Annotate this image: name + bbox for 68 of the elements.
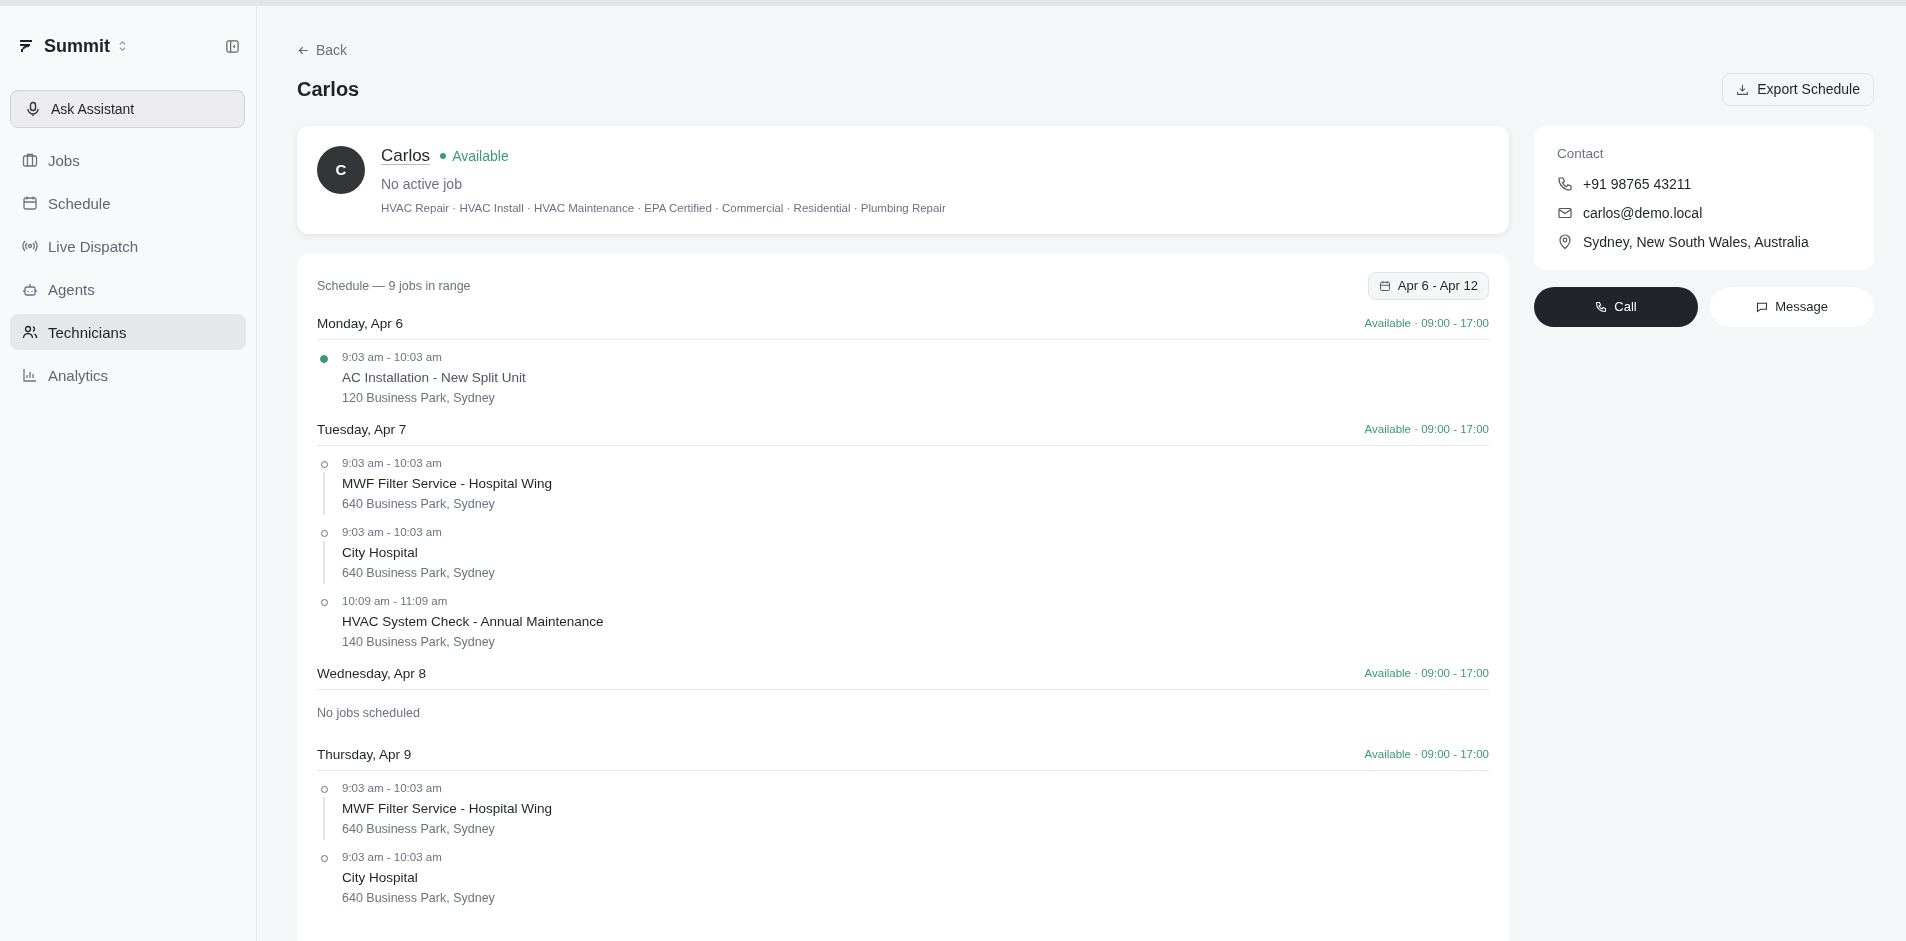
email-address[interactable]: carlos@demo.local <box>1583 204 1703 221</box>
sidebar-item[interactable]: Agents <box>10 271 246 307</box>
microphone-icon <box>25 101 41 117</box>
job-title[interactable]: City Hospital <box>342 543 495 562</box>
broadcast-icon <box>22 238 38 254</box>
job-title[interactable]: HVAC System Check - Annual Maintenance <box>342 612 604 631</box>
day-heading: Wednesday, Apr 8 <box>317 665 427 681</box>
day-heading: Thursday, Apr 9 <box>317 746 412 762</box>
job-address: 120 Business Park, Sydney <box>342 389 496 407</box>
empty-message: No jobs scheduled <box>317 704 421 722</box>
sidebar-item[interactable]: Schedule <box>10 185 246 221</box>
job-title[interactable]: City Hospital <box>342 868 495 887</box>
phone-icon <box>1595 300 1608 313</box>
page-title: Carlos <box>297 77 360 101</box>
location: Sydney, New South Wales, Australia <box>1583 233 1809 250</box>
job-address: 640 Business Park, Sydney <box>342 564 495 582</box>
robot-icon <box>22 281 38 297</box>
job-title[interactable]: MWF Filter Service - Hospital Wing <box>342 474 553 493</box>
date-range-button[interactable]: Apr 6 - Apr 12 <box>1367 271 1489 300</box>
phone-icon <box>1557 175 1573 192</box>
availability-hours: Available · 09:00 - 17:00 <box>1364 748 1489 760</box>
status-label: Available <box>452 147 509 164</box>
availability-hours: Available · 09:00 - 17:00 <box>1364 423 1489 435</box>
technician-name: Carlos <box>381 145 431 166</box>
current-job: No active job <box>381 175 463 192</box>
job-title[interactable]: AC Installation - New Split Unit <box>342 368 526 387</box>
availability-hours: Available · 09:00 - 17:00 <box>1364 667 1489 679</box>
logo-icon <box>18 38 34 54</box>
status-dot <box>440 152 447 159</box>
export-schedule-button[interactable]: Export Schedule <box>1722 72 1874 106</box>
job-title[interactable]: MWF Filter Service - Hospital Wing <box>342 799 553 818</box>
bar-chart-icon <box>22 367 38 383</box>
contact-heading: Contact <box>1557 145 1605 161</box>
calendar-icon <box>22 195 38 211</box>
job-address: 640 Business Park, Sydney <box>342 820 496 838</box>
sidebar-item[interactable]: Live Dispatch <box>10 228 246 264</box>
users-icon <box>22 324 38 340</box>
job-time: 9:03 am - 10:03 am <box>342 349 443 365</box>
call-button[interactable]: Call <box>1534 286 1698 327</box>
job-time: 10:09 am - 11:09 am <box>342 593 449 609</box>
job-address: 140 Business Park, Sydney <box>342 633 496 651</box>
day-heading: Monday, Apr 6 <box>317 315 404 331</box>
back-link[interactable]: Back <box>297 42 348 58</box>
job-time: 9:03 am - 10:03 am <box>342 524 443 540</box>
job-address: 640 Business Park, Sydney <box>342 889 495 907</box>
sidebar-toggle-icon[interactable] <box>225 38 240 54</box>
sidebar-item[interactable]: Technicians <box>10 314 246 350</box>
download-icon <box>1736 82 1750 96</box>
location-pin-icon <box>1557 233 1573 250</box>
chevron-updown-icon[interactable] <box>118 40 127 52</box>
sidebar-item[interactable]: Jobs <box>10 142 246 178</box>
availability-hours: Available · 09:00 - 17:00 <box>1364 317 1489 329</box>
day-heading: Tuesday, Apr 7 <box>317 421 407 437</box>
message-button[interactable]: Message <box>1710 286 1874 327</box>
chat-bubble-icon <box>1756 300 1769 313</box>
job-time: 9:03 am - 10:03 am <box>342 780 443 796</box>
phone-number[interactable]: +91 98765 43211 <box>1583 175 1692 192</box>
calendar-icon <box>1378 279 1391 292</box>
sidebar-item[interactable]: Analytics <box>10 357 246 393</box>
ask-assistant-button[interactable]: Ask Assistant <box>10 90 245 128</box>
avatar: C <box>317 145 365 194</box>
briefcase-icon <box>22 152 38 168</box>
skills-list: HVAC Repair · HVAC Install · HVAC Maintenance · EPA Certified · Commercial · Residential · Plumbing Repair <box>381 201 946 214</box>
workspace-name[interactable]: Summit <box>44 35 110 57</box>
job-address: 640 Business Park, Sydney <box>342 495 496 513</box>
job-time: 9:03 am - 10:03 am <box>342 455 443 471</box>
schedule-summary: Schedule — 9 jobs in range <box>317 278 471 293</box>
job-time: 9:03 am - 10:03 am <box>342 849 443 865</box>
